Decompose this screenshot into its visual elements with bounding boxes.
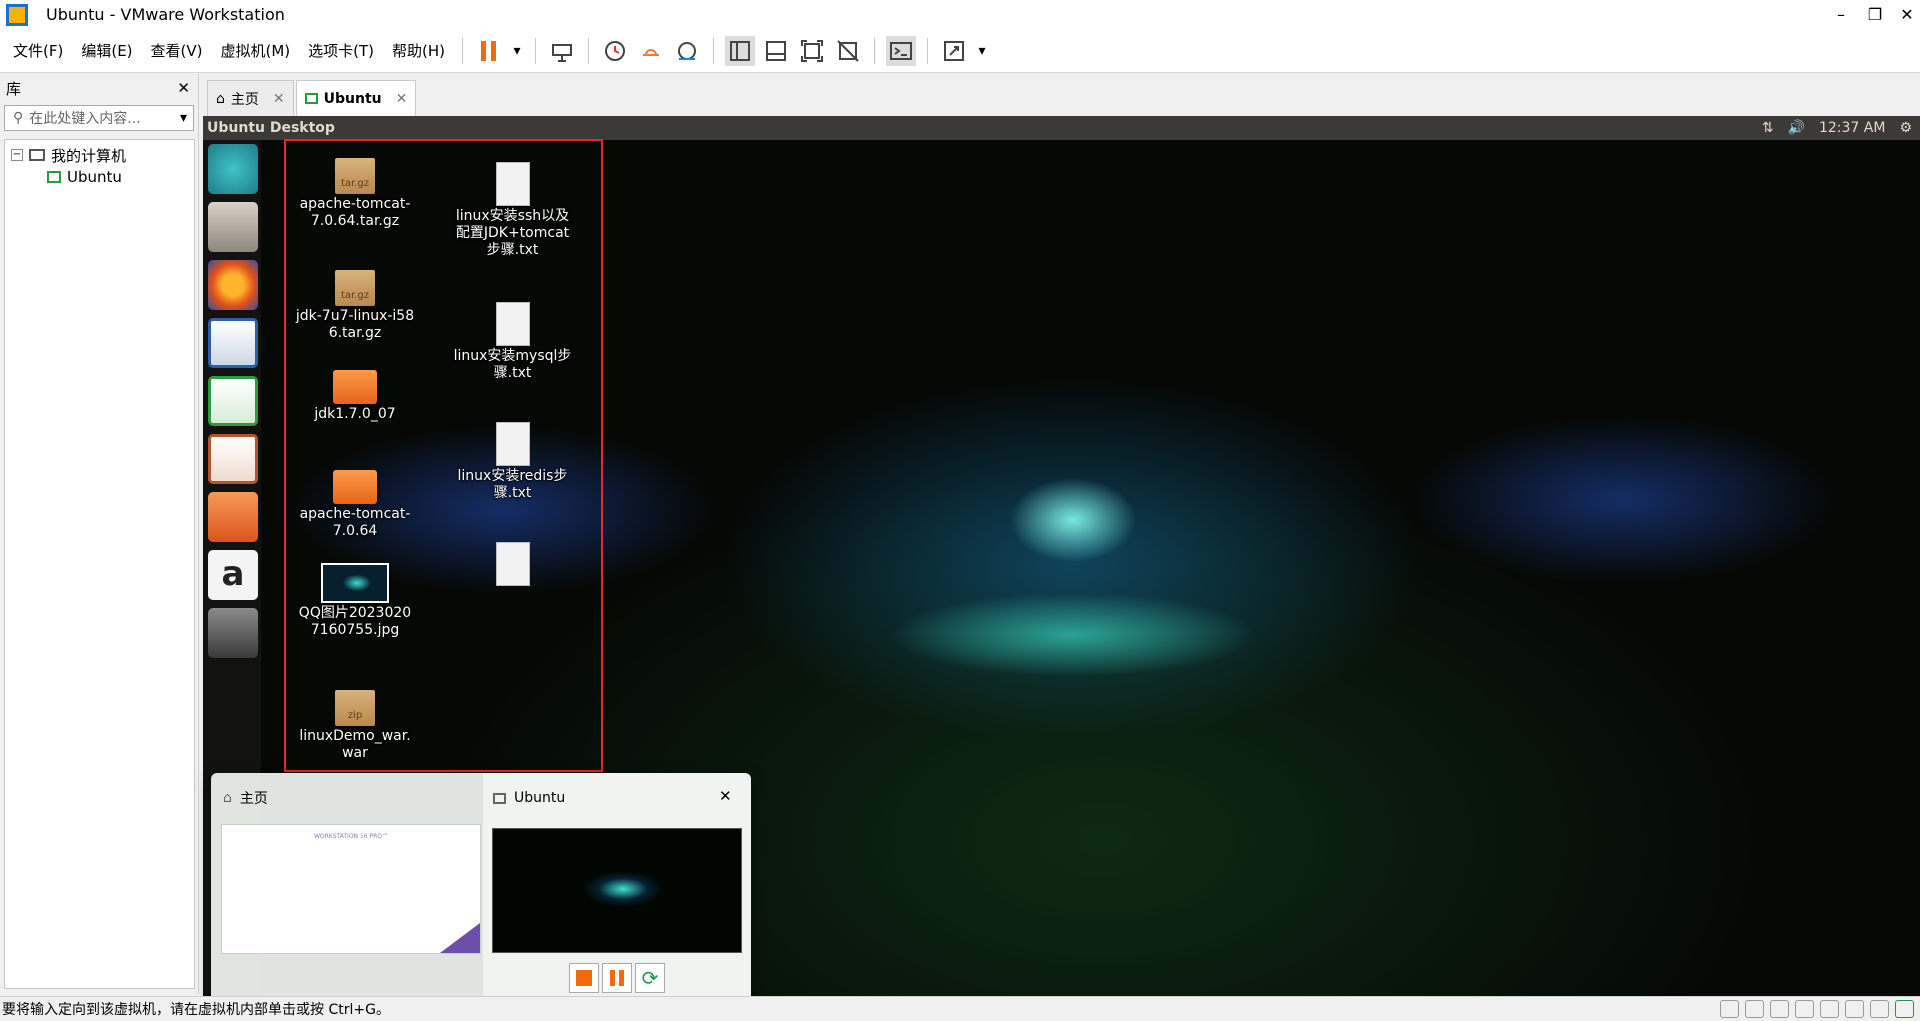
home-icon: ⌂	[223, 790, 232, 806]
restart-vm-icon[interactable]: ⟳	[635, 963, 665, 993]
close-button[interactable]: ✕	[1890, 0, 1920, 29]
hdd-status-icon[interactable]	[1720, 1000, 1739, 1018]
menu-view[interactable]: 查看(V)	[142, 29, 212, 73]
window-title: Ubuntu - VMware Workstation	[46, 5, 285, 24]
tree-item-my-computer[interactable]: − 我的计算机	[5, 144, 194, 166]
search-icon: ⚲	[13, 110, 24, 126]
settings-gear-icon[interactable]: ⚙	[1899, 120, 1912, 136]
snapshot-icon[interactable]	[600, 36, 630, 66]
library-tree: − 我的计算机 Ubuntu	[4, 139, 195, 989]
menu-help[interactable]: 帮助(H)	[383, 29, 454, 73]
desktop-title: Ubuntu Desktop	[207, 120, 335, 136]
thumbnail-popup: ⌂ 主页 WORKSTATION 16 PRO™ Ubuntu ✕ ⟳	[211, 773, 751, 1005]
thumb-vm-header[interactable]: Ubuntu	[493, 787, 565, 809]
library-close-icon[interactable]: ✕	[177, 79, 190, 97]
thumbnail-bar-icon[interactable]	[761, 36, 791, 66]
brand-corner	[440, 923, 480, 953]
status-bar: 要将输入定向到该虚拟机，请在虚拟机内部单击或按 Ctrl+G。	[0, 996, 1920, 1021]
vm-running-icon	[47, 171, 61, 183]
stop-vm-button[interactable]	[569, 963, 599, 993]
writer-icon[interactable]	[208, 318, 258, 368]
menu-file[interactable]: 文件(F)	[4, 29, 72, 73]
stretch-dropdown-icon[interactable]: ▾	[975, 36, 989, 66]
vm-tab-icon	[493, 792, 506, 804]
red-highlight-box	[284, 139, 603, 772]
display-status-icon[interactable]	[1870, 1000, 1889, 1018]
printer-status-icon[interactable]	[1820, 1000, 1839, 1018]
title-bar: Ubuntu - VMware Workstation – ❐ ✕	[0, 0, 1920, 29]
thumb-home-preview[interactable]: WORKSTATION 16 PRO™	[221, 824, 481, 954]
cd-status-icon[interactable]	[1745, 1000, 1764, 1018]
menu-toolbar-bar: 文件(F) 编辑(E) 查看(V) 虚拟机(M) 选项卡(T) 帮助(H) ▾ …	[0, 29, 1920, 73]
firefox-icon[interactable]	[208, 260, 258, 310]
thumb-home-header[interactable]: ⌂ 主页	[223, 787, 268, 809]
tab-ubuntu-close-icon[interactable]: ✕	[396, 91, 408, 107]
menu-tabs[interactable]: 选项卡(T)	[299, 29, 383, 73]
toolbar-separator	[462, 37, 464, 64]
library-title: 库	[6, 79, 22, 98]
vmware-window: Ubuntu - VMware Workstation – ❐ ✕ 文件(F) …	[0, 0, 1920, 1021]
send-ctrl-alt-del-icon[interactable]	[547, 36, 577, 66]
tab-bar: ⌂ 主页 ✕ Ubuntu ✕	[203, 76, 1920, 116]
snapshot-manager-icon[interactable]	[672, 36, 702, 66]
library-panel: 库 ✕ ⚲ 在此处键入内容... ▾ − 我的计算机 Ubuntu	[0, 73, 199, 993]
restore-button[interactable]: ❐	[1858, 0, 1892, 29]
collapse-icon[interactable]: −	[11, 149, 23, 161]
volume-icon[interactable]: 🔊	[1788, 120, 1805, 136]
sound-status-icon[interactable]	[1845, 1000, 1864, 1018]
dash-home-icon[interactable]	[208, 144, 258, 194]
menu-vm[interactable]: 虚拟机(M)	[212, 29, 300, 73]
power-dropdown-icon[interactable]: ▾	[510, 36, 524, 66]
tab-ubuntu[interactable]: Ubuntu ✕	[295, 80, 417, 116]
clock[interactable]: 12:37 AM	[1819, 120, 1885, 136]
files-icon[interactable]	[208, 202, 258, 252]
search-dropdown-icon[interactable]: ▾	[180, 110, 187, 126]
message-status-icon[interactable]	[1895, 1000, 1914, 1018]
pause-vm-button[interactable]	[474, 36, 504, 66]
computer-icon	[29, 149, 45, 161]
unity-mode-icon[interactable]	[833, 36, 863, 66]
tab-home-close-icon[interactable]: ✕	[273, 91, 285, 107]
software-center-icon[interactable]	[208, 492, 258, 542]
minimize-button[interactable]: –	[1824, 0, 1858, 29]
stretch-guest-icon[interactable]	[939, 36, 969, 66]
network-status-icon[interactable]	[1770, 1000, 1789, 1018]
usb-status-icon[interactable]	[1795, 1000, 1814, 1018]
status-text: 要将输入定向到该虚拟机，请在虚拟机内部单击或按 Ctrl+G。	[2, 1002, 390, 1018]
home-icon: ⌂	[216, 90, 225, 107]
vm-tab-icon	[304, 93, 318, 104]
full-screen-icon[interactable]	[797, 36, 827, 66]
impress-icon[interactable]	[208, 434, 258, 484]
console-view-icon[interactable]	[886, 35, 917, 66]
revert-snapshot-icon[interactable]	[636, 36, 666, 66]
network-icon[interactable]: ⇅	[1762, 120, 1774, 136]
pause-thumb-button[interactable]	[602, 963, 632, 993]
calc-icon[interactable]	[208, 376, 258, 426]
menu-edit[interactable]: 编辑(E)	[72, 29, 141, 73]
amazon-icon[interactable]: a	[208, 550, 258, 600]
tree-item-ubuntu[interactable]: Ubuntu	[5, 166, 194, 188]
tab-home[interactable]: ⌂ 主页 ✕	[207, 80, 294, 116]
stop-icon	[576, 970, 592, 986]
library-search-input[interactable]: ⚲ 在此处键入内容... ▾	[4, 105, 194, 131]
system-settings-icon[interactable]	[208, 608, 258, 658]
thumb-close-icon[interactable]: ✕	[719, 787, 732, 805]
ubuntu-top-panel: Ubuntu Desktop ⇅ 🔊 12:37 AM ⚙	[203, 116, 1920, 140]
thumb-vm-preview[interactable]	[492, 828, 742, 953]
vmware-logo-icon	[6, 3, 28, 26]
show-library-icon[interactable]	[725, 35, 756, 66]
